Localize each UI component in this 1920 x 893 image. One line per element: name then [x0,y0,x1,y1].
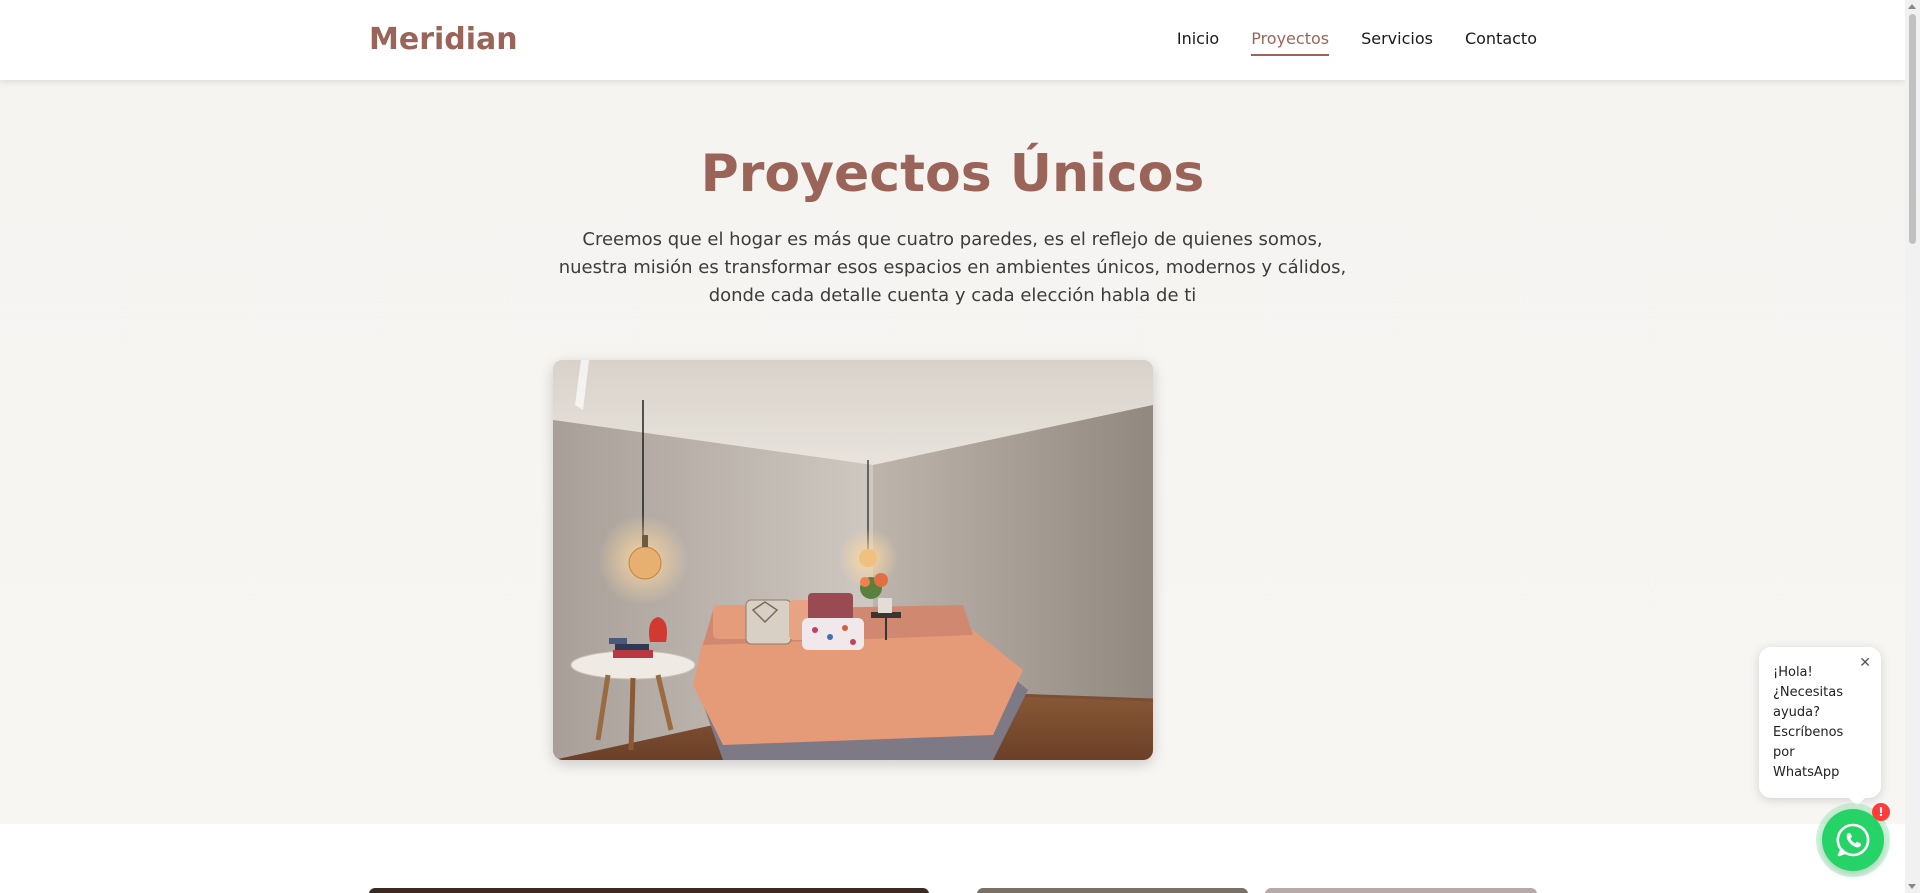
scrollbar-thumb[interactable] [1909,14,1916,244]
hero-description: Creemos que el hogar es más que cuatro p… [558,229,1347,306]
hero-section: Proyectos Únicos Creemos que el hogar es… [0,80,1905,824]
scroll-down-arrow-icon[interactable] [1908,884,1916,889]
notification-badge: ! [1872,803,1890,821]
scroll-up-arrow-icon[interactable] [1908,4,1916,9]
nav-link-servicios[interactable]: Servicios [1361,29,1433,56]
page: Meridian Inicio Proyectos Servicios Cont… [0,0,1905,893]
project-photo-bedroom[interactable] [553,360,1153,760]
whatsapp-message: ¡Hola! ¿Necesitas ayuda? Escríbenos por … [1773,665,1844,780]
bedroom-illustration [553,360,1153,760]
site-header: Meridian Inicio Proyectos Servicios Cont… [0,0,1905,80]
gallery-thumbnail[interactable] [977,888,1248,893]
brand-logo[interactable]: Meridian [369,22,518,57]
main-nav: Inicio Proyectos Servicios Contacto [1177,29,1537,56]
vertical-scrollbar[interactable] [1905,0,1920,893]
whatsapp-icon [1836,823,1870,857]
whatsapp-button[interactable]: ! [1822,803,1890,871]
whatsapp-chat-bubble: ✕ ¡Hola! ¿Necesitas ayuda? Escríbenos po… [1759,647,1881,806]
nav-link-inicio[interactable]: Inicio [1177,29,1219,56]
gallery-thumbnail[interactable] [1265,888,1537,893]
nav-link-contacto[interactable]: Contacto [1465,29,1537,56]
close-icon[interactable]: ✕ [1859,655,1871,671]
hero-title: Proyectos Únicos [700,144,1205,204]
gallery-thumbnail[interactable] [369,888,929,893]
nav-link-proyectos[interactable]: Proyectos [1251,29,1329,56]
